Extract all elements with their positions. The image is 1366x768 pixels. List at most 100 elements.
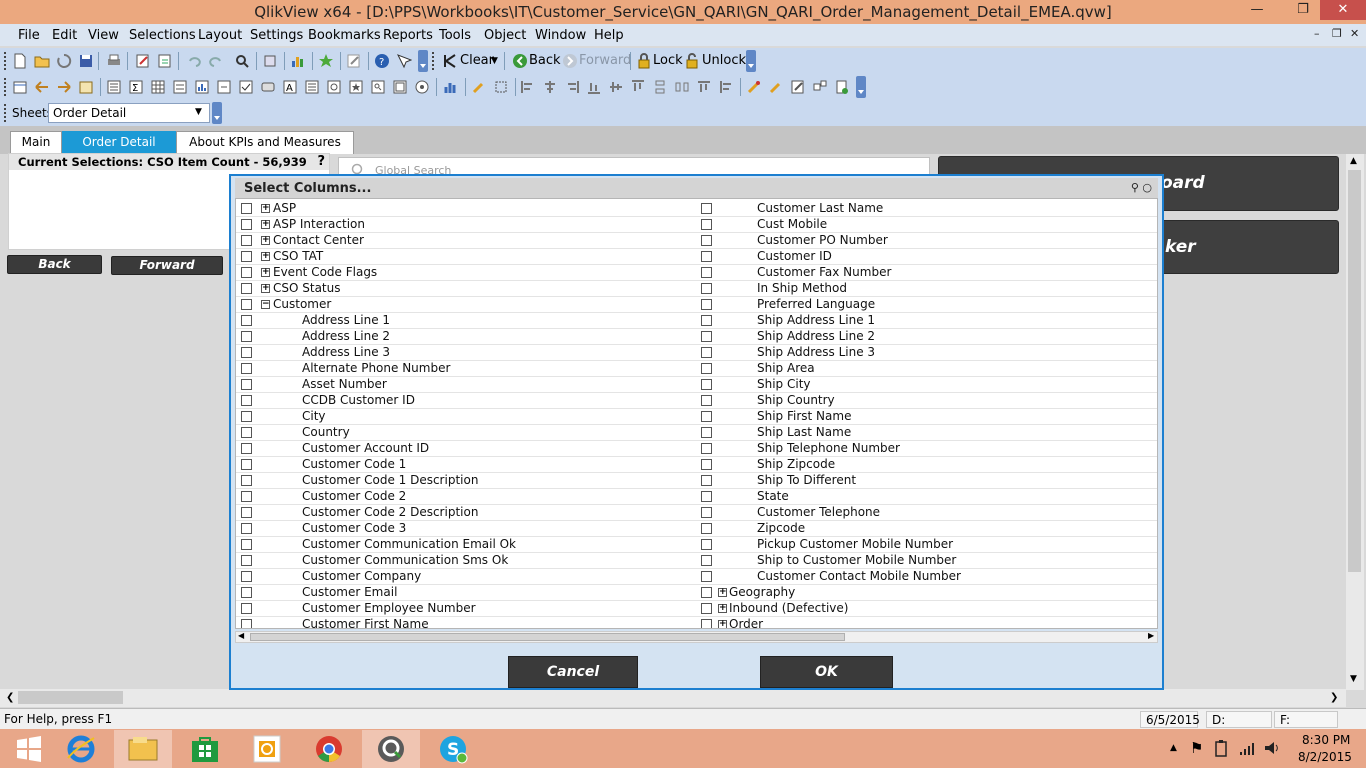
scroll-left-icon[interactable]: ❮ [6,692,14,703]
column-row[interactable]: Pickup Customer Mobile Number [698,537,1157,553]
align-right-icon[interactable] [564,79,580,95]
column-row[interactable]: Ship Last Name [698,425,1157,441]
list-horizontal-scrollbar[interactable]: ◀ ▶ [235,631,1158,643]
column-row[interactable]: Cust Mobile [698,217,1157,233]
expand-icon[interactable]: + [261,284,270,293]
column-row[interactable]: Preferred Language [698,297,1157,313]
column-checkbox[interactable] [241,331,252,342]
column-row[interactable]: Customer PO Number [698,233,1157,249]
column-checkbox[interactable] [241,203,252,214]
current-selections-box-icon[interactable] [238,79,254,95]
column-row[interactable]: Customer Account ID [236,441,698,457]
column-row[interactable]: In Ship Method [698,281,1157,297]
column-checkbox[interactable] [241,491,252,502]
column-checkbox[interactable] [701,571,712,582]
context-help-icon[interactable] [396,53,412,69]
menu-object[interactable]: Object [484,28,526,43]
scroll-down-icon[interactable]: ▼ [1350,674,1357,684]
expand-icon[interactable]: + [261,252,270,261]
back-arrow-icon[interactable] [512,53,528,69]
column-checkbox[interactable] [701,283,712,294]
expand-icon[interactable]: + [261,204,270,213]
column-row[interactable]: + CSO Status [236,281,698,297]
expand-icon[interactable]: + [718,620,727,628]
align-left-icon[interactable] [520,79,536,95]
column-checkbox[interactable] [701,523,712,534]
space-horizontal-icon[interactable] [674,79,690,95]
properties-icon[interactable] [262,53,278,69]
column-checkbox[interactable] [241,235,252,246]
column-checkbox[interactable] [701,299,712,310]
edit-script-icon[interactable] [135,53,151,69]
tab-main[interactable]: Main [10,131,62,154]
column-checkbox[interactable] [701,555,712,566]
qlikview-icon[interactable] [362,730,420,768]
column-row[interactable]: + Event Code Flags [236,265,698,281]
menu-file[interactable]: File [18,28,40,43]
column-row[interactable]: Customer Company [236,569,698,585]
new-document-objects-icon[interactable] [834,79,850,95]
column-checkbox[interactable] [241,299,252,310]
column-checkbox[interactable] [701,491,712,502]
container-object-icon[interactable] [392,79,408,95]
toolbar-grip[interactable] [4,78,8,96]
vertical-scrollbar[interactable]: ▲ ▼ [1346,154,1364,690]
column-row[interactable]: Ship To Different [698,473,1157,489]
column-checkbox[interactable] [701,443,712,454]
search-object-icon[interactable] [370,79,386,95]
outlook-icon[interactable] [238,730,296,768]
expand-icon[interactable]: + [718,604,727,613]
column-checkbox[interactable] [241,459,252,470]
minimize-icon[interactable]: — [1240,0,1274,22]
column-checkbox[interactable] [701,411,712,422]
column-checkbox[interactable] [701,395,712,406]
column-checkbox[interactable] [241,411,252,422]
column-checkbox[interactable] [701,379,712,390]
forward-arrow-icon[interactable] [562,53,578,69]
redo-icon[interactable] [208,53,224,69]
column-checkbox[interactable] [701,203,712,214]
chart-properties-icon[interactable] [443,79,459,95]
forward-button[interactable]: Forward [579,53,631,68]
edit-object-icon[interactable] [346,53,362,69]
column-row[interactable]: + ASP [236,201,698,217]
column-row[interactable]: Customer Fax Number [698,265,1157,281]
column-checkbox[interactable] [241,443,252,454]
column-checkbox[interactable] [241,523,252,534]
column-checkbox[interactable] [701,427,712,438]
listbox-icon[interactable] [106,79,122,95]
column-row[interactable]: Ship Area [698,361,1157,377]
volume-icon[interactable] [1263,739,1281,757]
column-checkbox[interactable] [241,555,252,566]
copy-objects-icon[interactable] [812,79,828,95]
toolbar-options-chevron[interactable] [418,50,428,72]
expand-icon[interactable]: + [261,268,270,277]
tab-about-kpis[interactable]: About KPIs and Measures [176,131,354,154]
chevron-down-icon[interactable]: ▼ [195,107,202,117]
column-row[interactable]: + ASP Interaction [236,217,698,233]
column-row[interactable]: Customer First Name [236,617,698,628]
chart-icon[interactable] [194,79,210,95]
scroll-right-icon[interactable]: ▶ [1148,631,1154,640]
column-row[interactable]: Customer Code 1 [236,457,698,473]
chrome-icon[interactable] [300,730,358,768]
column-row[interactable]: Ship Telephone Number [698,441,1157,457]
horizontal-scrollbar[interactable]: ❮ ❯ [0,689,1346,707]
mdi-close-icon[interactable]: ✕ [1350,27,1359,40]
column-row[interactable]: Customer Telephone [698,505,1157,521]
column-row[interactable]: Customer Email [236,585,698,601]
action-center-flag-icon[interactable]: ⚑ [1190,739,1203,757]
column-row[interactable]: Ship Zipcode [698,457,1157,473]
column-checkbox[interactable] [701,507,712,518]
sheets-dropdown[interactable]: Order Detail ▼ [48,103,210,123]
column-checkbox[interactable] [701,475,712,486]
chart-wizard-icon[interactable] [290,53,306,69]
menu-view[interactable]: View [88,28,119,43]
multi-box-icon[interactable] [172,79,188,95]
collapse-icon[interactable]: − [261,300,270,309]
close-icon[interactable]: ✕ [1320,0,1366,20]
cancel-button[interactable]: Cancel [508,656,638,688]
column-row[interactable]: Customer ID [698,249,1157,265]
scroll-up-icon[interactable]: ▲ [1350,156,1357,166]
column-checkbox[interactable] [241,379,252,390]
